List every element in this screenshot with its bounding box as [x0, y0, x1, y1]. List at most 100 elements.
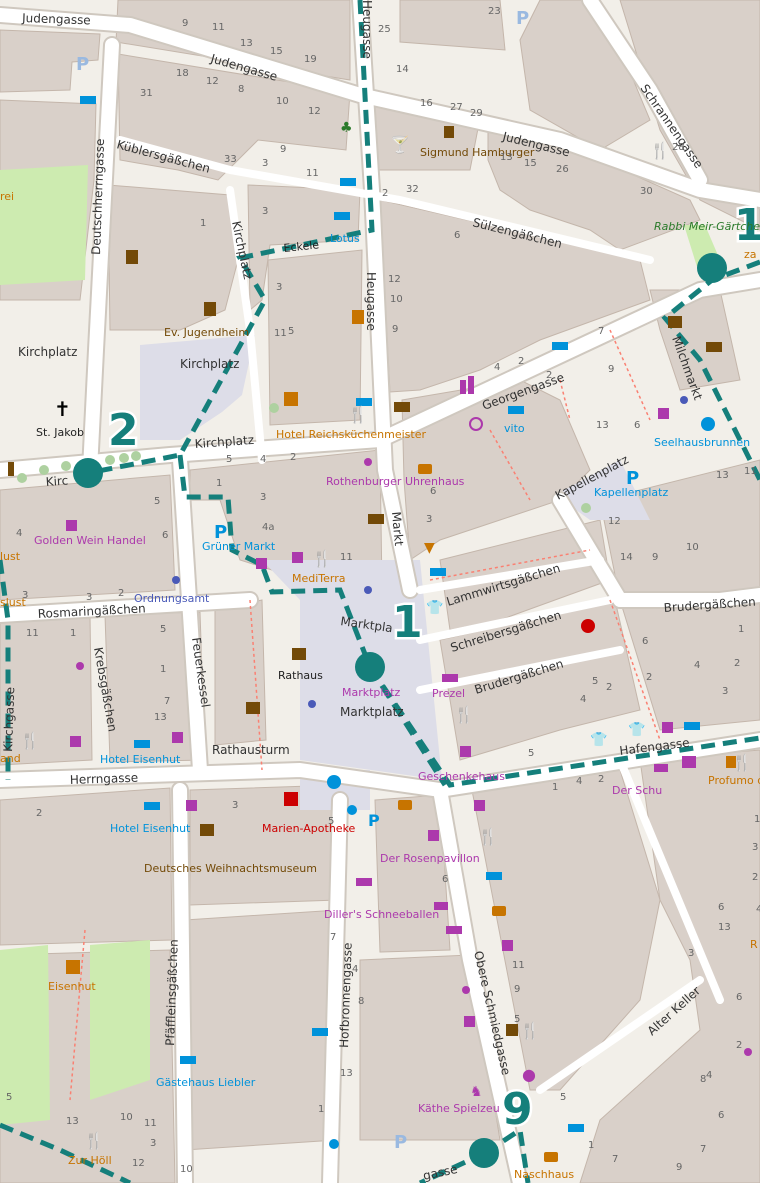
cafe-icon — [398, 800, 412, 810]
house-number: 6 — [736, 992, 742, 1003]
house-number: 1 — [216, 478, 222, 489]
house-number: 1 — [70, 628, 76, 639]
place-left-and: and — [0, 752, 21, 765]
house-number: 18 — [176, 68, 189, 79]
gift-icon — [186, 800, 197, 811]
stop-dot-south[interactable] — [469, 1138, 499, 1168]
house-number: 25 — [378, 24, 391, 35]
poi-dot — [308, 700, 316, 708]
gift-icon — [502, 940, 513, 951]
house-number: 7 — [700, 1144, 706, 1155]
stop-number-kirchplatz: 2 — [108, 405, 139, 456]
gift-icon — [292, 552, 303, 563]
hotel-icon — [144, 802, 160, 810]
tree-icon — [581, 503, 591, 513]
restaurant-icon: 🍴 — [478, 827, 498, 846]
art-icon: ● — [522, 1065, 536, 1084]
house-number: 5 — [592, 676, 598, 687]
hotel-icon — [334, 212, 350, 220]
parking-icon: P — [516, 8, 529, 29]
house-number: 14 — [396, 64, 409, 75]
place-sigmund-hamburger: Sigmund Hamburger — [420, 146, 535, 159]
house-number: 27 — [450, 102, 463, 113]
place-marktplatz-2: Marktplatz — [340, 705, 404, 719]
house-number: 5 — [328, 816, 334, 827]
house-number: 15 — [270, 46, 283, 57]
fountain-icon — [327, 775, 341, 789]
bakery-icon — [442, 674, 458, 682]
pharmacy-icon — [284, 792, 298, 806]
house-number: 5 — [160, 624, 166, 635]
shoe-icon — [654, 764, 668, 772]
house-number: 15 — [524, 158, 537, 169]
gift-icon — [172, 732, 183, 743]
house-number: 9 — [392, 324, 398, 335]
place-right-ra: R — [750, 938, 758, 951]
house-number: 1 — [200, 218, 206, 229]
house-number: 4 — [694, 660, 700, 671]
hotel-icon — [134, 740, 150, 748]
tree-icon — [105, 455, 115, 465]
house-number: 7 — [164, 696, 170, 707]
house-number: 8 — [238, 84, 244, 95]
house-number: 10 — [686, 542, 699, 553]
house-number: 9 — [676, 1162, 682, 1173]
poi-dot — [680, 396, 688, 404]
stop-dot-marktplatz[interactable] — [355, 652, 385, 682]
kiosk-icon — [506, 1024, 518, 1036]
bar-icon: 🍸 — [390, 135, 410, 154]
house-number: 2 — [606, 682, 612, 693]
map-canvas[interactable]: 1 2 9 1 Judengasse Judengasse Judengasse… — [0, 0, 760, 1183]
house-number: 5 — [288, 326, 294, 337]
house-number: 11 — [26, 628, 39, 639]
house-number: 13 — [154, 712, 167, 723]
restaurant-icon: 🍴 — [650, 141, 670, 160]
stop-dot-kirchplatz[interactable] — [73, 458, 103, 488]
hotel-icon — [340, 178, 356, 186]
clothes-icon: 👕 — [628, 722, 645, 738]
street-heugasse-1: Heugasse — [360, 0, 374, 59]
place-profumo: Profumo di Pasta "da Giusep — [708, 774, 760, 787]
house-number: 9 — [182, 18, 188, 29]
street-heugasse-2: Heugasse — [364, 272, 378, 331]
restaurant-icon: 🍴 — [520, 1021, 540, 1040]
house-number: 1 — [160, 664, 166, 675]
house-number: 6 — [430, 486, 436, 497]
gift-icon — [460, 746, 471, 757]
house-number: 3 — [22, 590, 28, 601]
house-number: 3 — [260, 492, 266, 503]
place-prezel: Prezel — [432, 687, 465, 700]
house-number: 11 — [340, 552, 353, 563]
beer-icon — [66, 960, 80, 974]
house-number: 13 — [340, 1068, 353, 1079]
restaurant-icon: 🍴 — [348, 405, 368, 424]
house-number: 8 — [700, 1074, 706, 1085]
shoe-icon — [434, 902, 448, 910]
house-number: 3 — [426, 514, 432, 525]
books-icon — [682, 756, 696, 768]
place-st-jakob: St. Jakob — [36, 426, 84, 439]
house-number: 6 — [718, 902, 724, 913]
bank-icon — [394, 402, 410, 412]
place-golden-wein: Golden Wein Handel — [34, 534, 146, 547]
bank-icon — [706, 342, 722, 352]
place-seelhausbrunnen: Seelhausbrunnen — [654, 436, 750, 449]
house-number: 2 — [734, 658, 740, 669]
street-kirchplatz-1: Kirchplatz — [18, 345, 77, 359]
stop-number-south: 9 — [502, 1084, 533, 1135]
place-eisenhut: Eisenhut — [48, 980, 96, 993]
place-kirchplatz-square: Kirchplatz — [180, 357, 239, 371]
house-number: 4 — [16, 528, 22, 539]
house-number: 3 — [752, 842, 758, 853]
gift-icon — [428, 830, 439, 841]
house-number: 3 — [262, 206, 268, 217]
memorial-icon — [444, 126, 454, 138]
fountain-icon — [701, 417, 715, 431]
house-number: 1 — [754, 814, 760, 825]
tower-icon — [8, 462, 14, 476]
house-number: 1 — [318, 1104, 324, 1115]
community-icon — [126, 250, 138, 264]
house-number: 12 — [132, 1158, 145, 1169]
cafe-icon — [418, 464, 432, 474]
stop-dot-northeast[interactable] — [697, 253, 727, 283]
